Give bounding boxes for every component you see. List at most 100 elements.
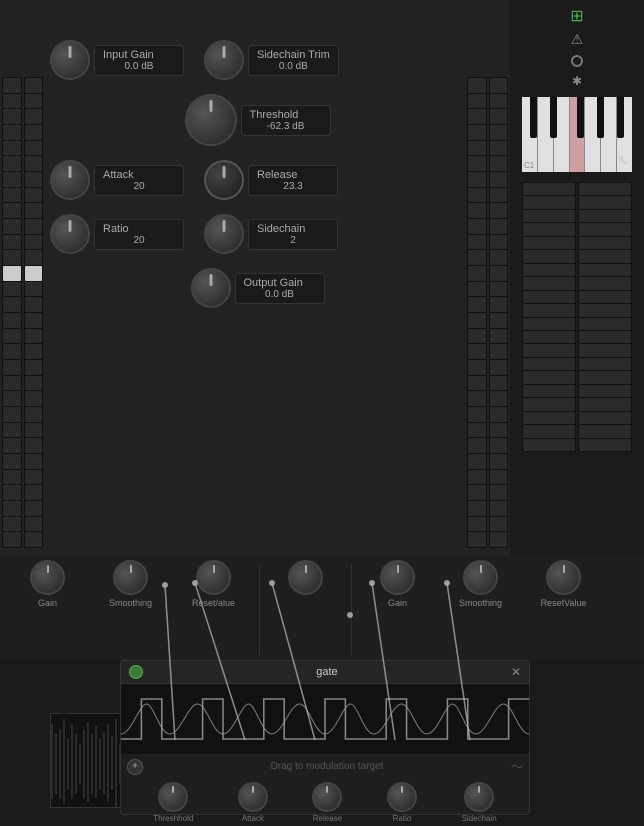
vu-seg (3, 203, 21, 218)
mod-reset-knob-2[interactable] (546, 560, 581, 595)
alert-icon: ⚠ (571, 31, 584, 48)
vu-seg (579, 331, 631, 343)
gate-power-button[interactable] (129, 665, 143, 679)
vu-seg (468, 517, 486, 532)
threshold-control: Threshold -62.3 dB (185, 94, 331, 146)
vu-seg (3, 313, 21, 328)
vu-seg (25, 235, 43, 250)
input-gain-knob[interactable] (50, 40, 90, 80)
vu-seg (490, 485, 508, 500)
mod-smoothing-knob-1[interactable] (113, 560, 148, 595)
right-vu-meter (465, 75, 510, 550)
gate-ratio-label: Ratio (393, 814, 412, 823)
output-gain-section: Output Gain 0.0 dB (50, 268, 465, 308)
mod-empty-knob[interactable] (288, 560, 323, 595)
vu-seg (579, 291, 631, 303)
mod-group-smoothing-1: Smoothing (93, 560, 168, 608)
ratio-knob[interactable] (50, 214, 90, 254)
input-gain-value: 0.0 dB (103, 61, 175, 72)
gate-ratio-knob[interactable] (387, 782, 417, 812)
gate-attack-label: Attack (242, 814, 264, 823)
mod-group-gain-2: Gain (360, 560, 435, 608)
piano-display[interactable]: C1 ↖ (522, 97, 632, 172)
mod-group-reset-2: ResetValue (526, 560, 601, 608)
vu-seg (468, 297, 486, 312)
vu-seg (25, 297, 43, 312)
vu-seg (523, 425, 575, 437)
vu-seg (523, 277, 575, 289)
vu-seg (3, 470, 21, 485)
vu-seg (490, 313, 508, 328)
gate-threshold-label: Threshhold (153, 814, 193, 823)
gate-threshold-knob[interactable] (158, 782, 188, 812)
gate-sidechain-label: Sidechain (462, 814, 497, 823)
attack-knob[interactable] (50, 160, 90, 200)
gate-attack-knob[interactable] (238, 782, 268, 812)
vu-seg (25, 188, 43, 203)
vu-seg-mark (25, 266, 43, 281)
vu-seg (25, 532, 43, 547)
vu-seg (3, 219, 21, 234)
mod-gain-knob-1[interactable] (30, 560, 65, 595)
vu-seg (25, 423, 43, 438)
vu-seg (490, 235, 508, 250)
vu-seg (523, 318, 575, 330)
row-attack-release: Attack 20 Release 23.3 (50, 160, 465, 200)
vu-seg (523, 398, 575, 410)
vu-seg (3, 109, 21, 124)
gate-controls: + Drag to modulation target 〜 (121, 754, 529, 779)
vu-seg (523, 331, 575, 343)
vu-seg (523, 196, 575, 208)
vu-seg (3, 438, 21, 453)
gate-close-button[interactable]: ✕ (511, 665, 521, 679)
input-gain-name: Input Gain (103, 49, 175, 61)
gate-sidechain-knob[interactable] (464, 782, 494, 812)
vu-seg (523, 250, 575, 262)
mod-gain-knob-2[interactable] (380, 560, 415, 595)
threshold-knob[interactable] (185, 94, 237, 146)
vu-seg (579, 358, 631, 370)
ratio-value: 20 (103, 235, 175, 246)
vu-seg (523, 358, 575, 370)
grid-icon[interactable]: ⊞ (570, 6, 583, 26)
mod-gain-label-2: Gain (388, 598, 407, 608)
vu-seg (490, 109, 508, 124)
vu-seg (468, 156, 486, 171)
vu-seg (579, 344, 631, 356)
vu-seg (579, 183, 631, 195)
vu-seg (490, 532, 508, 547)
mod-reset-knob-1[interactable] (196, 560, 231, 595)
vu-seg (3, 360, 21, 375)
vu-seg (3, 282, 21, 297)
vu-seg (468, 470, 486, 485)
gate-release-knob[interactable] (312, 782, 342, 812)
mod-separator-2 (351, 565, 352, 655)
mod-smoothing-knob-2[interactable] (463, 560, 498, 595)
vu-seg (25, 141, 43, 156)
circle-icon (571, 55, 583, 67)
gate-add-button[interactable]: + (127, 759, 143, 775)
vu-seg (490, 266, 508, 281)
sidechain-knob[interactable] (204, 214, 244, 254)
mod-group-smoothing-2: Smoothing (443, 560, 518, 608)
gate-knob-attack: Attack (238, 782, 268, 823)
piano-black-keys (522, 97, 632, 138)
vu-seg (579, 196, 631, 208)
piano-black-key (577, 97, 584, 138)
vu-seg (25, 501, 43, 516)
release-knob[interactable] (204, 160, 244, 200)
vu-seg (490, 423, 508, 438)
vu-seg (25, 172, 43, 187)
cursor-indicator[interactable]: ↖ (617, 152, 629, 169)
vu-seg (490, 329, 508, 344)
threshold-label-box: Threshold -62.3 dB (241, 105, 331, 136)
vu-seg (3, 501, 21, 516)
vu-seg (490, 250, 508, 265)
sidechain-trim-knob[interactable] (204, 40, 244, 80)
vu-seg (468, 172, 486, 187)
vu-seg (25, 78, 43, 93)
ratio-label-box: Ratio 20 (94, 219, 184, 250)
output-gain-knob[interactable] (191, 268, 231, 308)
vu-seg (468, 282, 486, 297)
vu-seg (490, 94, 508, 109)
